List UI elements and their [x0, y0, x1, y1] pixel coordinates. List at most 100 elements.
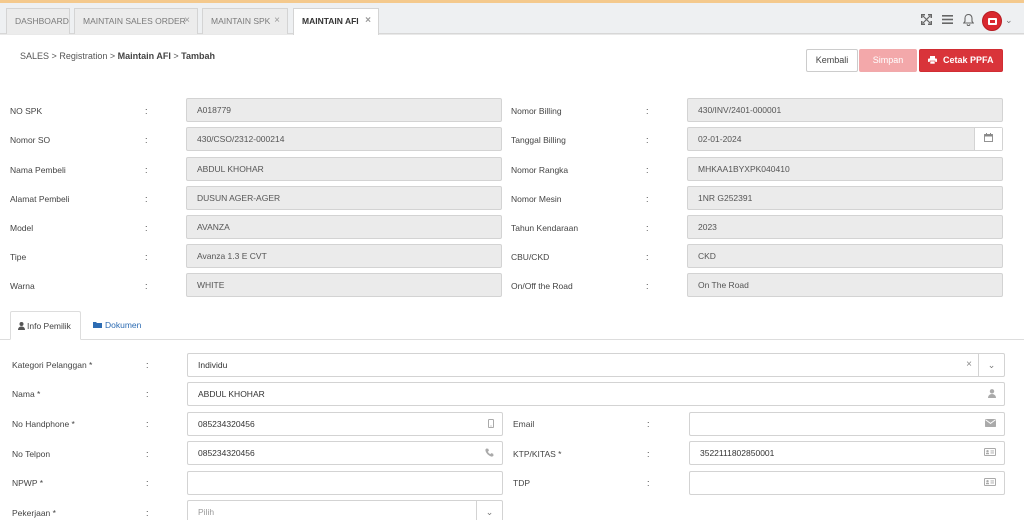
cbu-ckd-field: CKD — [687, 244, 1003, 268]
clear-icon[interactable]: × — [966, 354, 972, 376]
nama-input[interactable]: ABDUL KHOHAR — [187, 382, 1005, 406]
tipe-field: Avanza 1.3 E CVT — [186, 244, 502, 268]
pekerjaan-placeholder: Pilih — [198, 507, 215, 517]
tab-label: MAINTAIN SALES ORDER — [83, 16, 186, 26]
expand-icon[interactable] — [921, 14, 932, 27]
nomor-mesin-field: 1NR G252391 — [687, 186, 1003, 210]
tab-dokumen[interactable]: Dokumen — [86, 311, 141, 340]
user-avatar-icon[interactable] — [982, 11, 1002, 31]
colon: : — [145, 165, 148, 175]
main-panel: SALES > Registration > Maintain AFI > Ta… — [0, 35, 1024, 520]
breadcrumb-separator: > — [109, 51, 116, 61]
user-icon — [988, 389, 996, 401]
nomor-so-field: 430/CSO/2312-000214 — [186, 127, 502, 151]
folder-icon — [93, 320, 105, 330]
phone-icon — [485, 448, 494, 460]
close-icon[interactable]: × — [274, 9, 280, 33]
alamat-pembeli-field: DUSUN AGER-AGER — [186, 186, 502, 210]
chevron-down-icon[interactable]: ⌄ — [1005, 15, 1013, 26]
tab-info-pemilik[interactable]: Info Pemilik — [10, 311, 81, 340]
menu-icon[interactable] — [942, 14, 953, 27]
label-email: Email — [513, 419, 535, 429]
colon: : — [145, 281, 148, 291]
colon: : — [646, 194, 649, 204]
close-icon[interactable]: × — [365, 9, 371, 33]
breadcrumb-separator: > — [51, 51, 57, 61]
no-handphone-input[interactable]: 085234320456 — [187, 412, 503, 436]
no-spk-field: A018779 — [186, 98, 502, 122]
mobile-phone-icon — [488, 419, 494, 431]
close-icon[interactable]: × — [184, 9, 190, 33]
nama-value: ABDUL KHOHAR — [198, 389, 265, 399]
breadcrumb-item[interactable]: Registration — [59, 51, 107, 61]
user-icon — [18, 321, 27, 331]
pekerjaan-select[interactable]: Pilih ⌄ — [187, 500, 503, 520]
breadcrumb-current: Tambah — [181, 51, 215, 61]
on-off-road-field: On The Road — [687, 273, 1003, 297]
calendar-icon[interactable] — [974, 128, 1002, 150]
no-handphone-value: 085234320456 — [198, 419, 255, 429]
colon: : — [647, 419, 650, 429]
tdp-input[interactable] — [689, 471, 1005, 495]
back-button[interactable]: Kembali — [806, 49, 858, 72]
breadcrumb-item[interactable]: SALES — [20, 51, 49, 61]
colon: : — [646, 165, 649, 175]
print-ppfa-label: Cetak PPFA — [942, 55, 994, 65]
label-kategori-pelanggan: Kategori Pelanggan * — [12, 360, 93, 370]
label-nomor-billing: Nomor Billing — [511, 106, 562, 116]
label-tdp: TDP — [513, 478, 530, 488]
npwp-input[interactable] — [187, 471, 503, 495]
breadcrumb-item[interactable]: Maintain AFI — [118, 51, 171, 61]
ktp-kitas-input[interactable]: 3522111802850001 — [689, 441, 1005, 465]
colon: : — [146, 389, 149, 399]
tab-maintain-sales-order[interactable]: MAINTAIN SALES ORDER × — [74, 8, 198, 34]
id-card-icon — [984, 478, 996, 489]
colon: : — [145, 223, 148, 233]
label-on-off-road: On/Off the Road — [511, 281, 573, 291]
colon: : — [646, 281, 649, 291]
breadcrumb-separator: > — [173, 51, 179, 61]
tab-maintain-afi[interactable]: MAINTAIN AFI × — [293, 8, 379, 35]
label-alamat-pembeli: Alamat Pembeli — [10, 194, 70, 204]
printer-icon — [928, 55, 943, 65]
no-telpon-input[interactable]: 085234320456 — [187, 441, 503, 465]
tab-label: MAINTAIN AFI — [302, 16, 359, 26]
tab-dashboard[interactable]: DASHBOARD — [6, 8, 70, 34]
tanggal-billing-field: 02-01-2024 — [687, 127, 1003, 151]
label-model: Model — [10, 223, 34, 233]
tab-bar: DASHBOARD MAINTAIN SALES ORDER × MAINTAIN… — [0, 3, 1024, 35]
tab-label: DASHBOARD — [15, 16, 69, 26]
label-no-handphone: No Handphone * — [12, 419, 75, 429]
print-ppfa-button[interactable]: Cetak PPFA — [919, 49, 1003, 72]
kategori-pelanggan-select[interactable]: Individu × ⌄ — [187, 353, 1005, 377]
label-npwp: NPWP * — [12, 478, 44, 488]
colon: : — [146, 419, 149, 429]
label-pekerjaan: Pekerjaan * — [12, 508, 56, 518]
chevron-down-icon[interactable]: ⌄ — [476, 501, 502, 520]
tab-maintain-spk[interactable]: MAINTAIN SPK × — [202, 8, 288, 34]
label-ktp-kitas: KTP/KITAS * — [513, 449, 562, 459]
tanggal-billing-value: 02-01-2024 — [698, 134, 742, 144]
colon: : — [145, 106, 148, 116]
colon: : — [646, 252, 649, 262]
kategori-pelanggan-value: Individu — [198, 360, 228, 370]
label-nomor-so: Nomor SO — [10, 135, 51, 145]
label-tanggal-billing: Tanggal Billing — [511, 135, 566, 145]
bell-icon[interactable] — [962, 13, 975, 28]
owner-tabs: Info Pemilik Dokumen — [0, 311, 1024, 340]
label-nomor-rangka: Nomor Rangka — [511, 165, 569, 175]
save-button[interactable]: Simpan — [859, 49, 917, 72]
nomor-rangka-field: MHKAA1BYXPK040410 — [687, 157, 1003, 181]
email-input[interactable] — [689, 412, 1005, 436]
no-telpon-value: 085234320456 — [198, 448, 255, 458]
colon: : — [647, 449, 650, 459]
nomor-billing-field: 430/INV/2401-000001 — [687, 98, 1003, 122]
colon: : — [146, 478, 149, 488]
chevron-down-icon[interactable]: ⌄ — [978, 354, 1004, 376]
model-field: AVANZA — [186, 215, 502, 239]
warna-field: WHITE — [186, 273, 502, 297]
colon: : — [647, 478, 650, 488]
label-nomor-mesin: Nomor Mesin — [511, 194, 562, 204]
label-no-telpon: No Telpon — [12, 449, 51, 459]
id-card-icon — [984, 448, 996, 459]
